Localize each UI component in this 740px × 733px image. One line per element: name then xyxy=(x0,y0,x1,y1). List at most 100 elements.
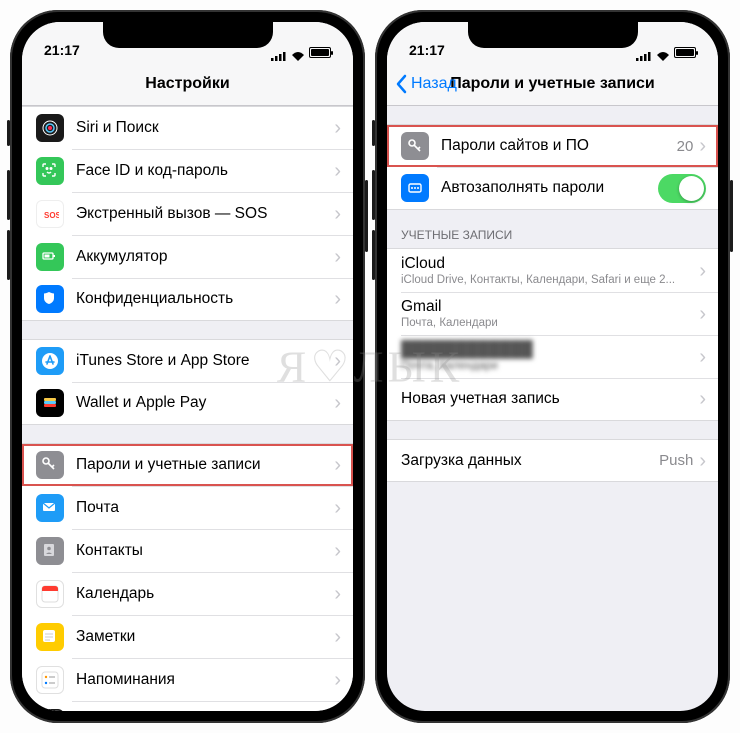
passwords-list[interactable]: Пароли сайтов и ПО 20 › Автозаполнять па… xyxy=(387,106,718,711)
phone-right: 21:17 Назад Пароли и учетные записи Паро… xyxy=(375,10,730,723)
cell-sublabel: Почта, Календари xyxy=(401,317,699,329)
chevron-right-icon: › xyxy=(334,289,341,309)
chevron-right-icon: › xyxy=(334,541,341,561)
row-passwords[interactable]: Пароли и учетные записи› xyxy=(22,443,353,486)
signal-icon xyxy=(636,48,652,58)
cell-label: Пароли сайтов и ПО xyxy=(441,137,677,155)
chevron-right-icon: › xyxy=(334,247,341,267)
key-icon xyxy=(401,132,429,160)
side-button xyxy=(365,180,368,252)
row-sos[interactable]: SOS Экстренный вызов — SOS› xyxy=(22,192,353,235)
cell-sublabel: iCloud Drive, Контакты, Календари, Safar… xyxy=(401,274,699,286)
row-reminders[interactable]: Напоминания› xyxy=(22,658,353,701)
side-button xyxy=(7,230,10,280)
sos-icon: SOS xyxy=(36,200,64,228)
voice-icon xyxy=(36,709,64,712)
settings-list[interactable]: Siri и Поиск›Face ID и код-пароль› SOS Экс… xyxy=(22,106,353,711)
cell-label: Напоминания xyxy=(76,671,334,689)
wifi-icon xyxy=(656,48,670,58)
row-calendar[interactable]: Календарь› xyxy=(22,572,353,615)
chevron-right-icon: › xyxy=(699,136,706,156)
cell-label: Календарь xyxy=(76,585,334,603)
cell-label: Gmail xyxy=(401,298,699,316)
row-itunes[interactable]: iTunes Store и App Store› xyxy=(22,339,353,382)
nav-bar: Настройки xyxy=(22,62,353,106)
cell-sublabel: Почта, Календари xyxy=(401,360,699,372)
wallet-icon xyxy=(36,389,64,417)
status-time: 21:17 xyxy=(409,42,445,58)
cell-label: Wallet и Apple Pay xyxy=(76,394,334,412)
battery-icon xyxy=(309,47,331,58)
side-button xyxy=(730,180,733,252)
cell-label: Новая учетная запись xyxy=(401,390,699,408)
cell-value: 20 xyxy=(677,138,694,155)
chevron-right-icon: › xyxy=(334,393,341,413)
battery-icon xyxy=(36,243,64,271)
status-right xyxy=(271,47,331,58)
contacts-icon xyxy=(36,537,64,565)
page-title: Пароли и учетные записи xyxy=(450,75,655,93)
chevron-right-icon: › xyxy=(334,204,341,224)
row-account-icloud[interactable]: iCloudiCloud Drive, Контакты, Календари,… xyxy=(387,248,718,292)
side-button xyxy=(7,120,10,146)
calendar-icon xyxy=(36,580,64,608)
row-fetch-data[interactable]: Загрузка данных Push › xyxy=(387,439,718,482)
cell-label: Экстренный вызов — SOS xyxy=(76,205,334,223)
row-account-new-account[interactable]: Новая учетная запись› xyxy=(387,378,718,421)
cell-label: iCloud xyxy=(401,255,699,273)
row-contacts[interactable]: Контакты› xyxy=(22,529,353,572)
row-wallet[interactable]: Wallet и Apple Pay› xyxy=(22,382,353,425)
row-privacy[interactable]: Конфиденциальность› xyxy=(22,278,353,321)
row-battery[interactable]: Аккумулятор› xyxy=(22,235,353,278)
chevron-right-icon: › xyxy=(334,498,341,518)
back-button[interactable]: Назад xyxy=(395,74,457,94)
cell-label: iTunes Store и App Store xyxy=(76,352,334,370)
faceid-icon xyxy=(36,157,64,185)
autofill-icon xyxy=(401,174,429,202)
side-button xyxy=(372,170,375,220)
privacy-icon xyxy=(36,285,64,313)
cell-label: Загрузка данных xyxy=(401,452,659,470)
cell-label: Автозаполнять пароли xyxy=(441,179,658,197)
side-button xyxy=(372,230,375,280)
notch xyxy=(103,22,273,48)
cell-label: Контакты xyxy=(76,542,334,560)
chevron-right-icon: › xyxy=(334,584,341,604)
chevron-right-icon: › xyxy=(334,118,341,138)
chevron-right-icon: › xyxy=(699,304,706,324)
cell-label: Аккумулятор xyxy=(76,248,334,266)
chevron-right-icon: › xyxy=(699,451,706,471)
phone-left: 21:17 Настройки Siri и Поиск›Face ID и к… xyxy=(10,10,365,723)
back-label: Назад xyxy=(411,75,457,93)
chevron-right-icon: › xyxy=(699,389,706,409)
row-account-gmail[interactable]: GmailПочта, Календари› xyxy=(387,292,718,335)
row-autofill-passwords[interactable]: Автозаполнять пароли xyxy=(387,167,718,210)
chevron-right-icon: › xyxy=(334,161,341,181)
appstore-icon xyxy=(36,347,64,375)
chevron-right-icon: › xyxy=(699,261,706,281)
siri-icon xyxy=(36,114,64,142)
row-siri[interactable]: Siri и Поиск› xyxy=(22,106,353,149)
cell-value: Push xyxy=(659,452,693,469)
row-mail[interactable]: Почта› xyxy=(22,486,353,529)
row-faceid[interactable]: Face ID и код-пароль› xyxy=(22,149,353,192)
chevron-right-icon: › xyxy=(334,455,341,475)
row-website-passwords[interactable]: Пароли сайтов и ПО 20 › xyxy=(387,124,718,167)
row-notes[interactable]: Заметки› xyxy=(22,615,353,658)
nav-bar: Назад Пароли и учетные записи xyxy=(387,62,718,106)
autofill-toggle[interactable] xyxy=(658,174,706,203)
cell-label: Почта xyxy=(76,499,334,517)
row-account-blurred[interactable]: ████████████Почта, Календари› xyxy=(387,335,718,378)
cell-label: Заметки xyxy=(76,628,334,646)
cell-label: ████████████ xyxy=(401,341,699,359)
status-time: 21:17 xyxy=(44,42,80,58)
cell-label: Конфиденциальность xyxy=(76,290,334,308)
section-header-accounts: УЧЕТНЫЕ ЗАПИСИ xyxy=(387,210,718,248)
cell-label: Пароли и учетные записи xyxy=(76,456,334,474)
chevron-right-icon: › xyxy=(334,670,341,690)
notes-icon xyxy=(36,623,64,651)
row-voice[interactable]: Диктофон› xyxy=(22,701,353,711)
wifi-icon xyxy=(291,48,305,58)
svg-text:SOS: SOS xyxy=(44,211,59,220)
reminders-icon xyxy=(36,666,64,694)
